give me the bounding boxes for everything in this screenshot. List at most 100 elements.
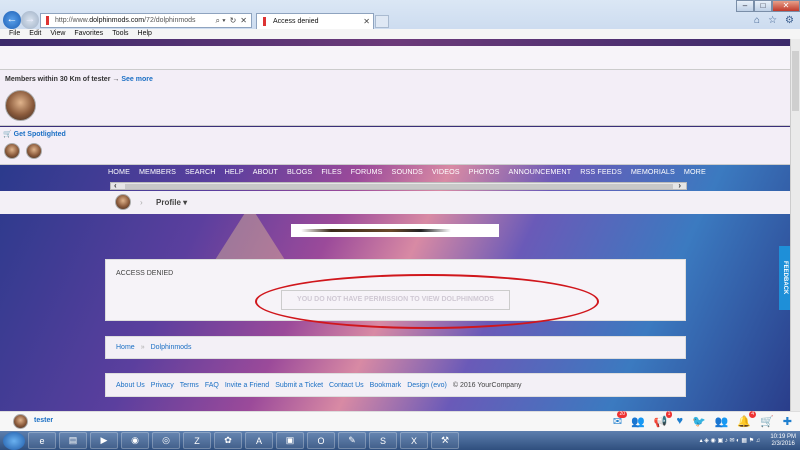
firefox-taskbar-icon[interactable]: ◉: [121, 432, 149, 449]
tool-taskbar-icon[interactable]: ⚒: [431, 432, 459, 449]
tab-favicon: [261, 17, 268, 26]
footer-privacy[interactable]: Privacy: [151, 382, 174, 389]
footer-invite-friend[interactable]: Invite a Friend: [225, 382, 269, 389]
nav-home[interactable]: HOME: [108, 167, 130, 176]
back-button[interactable]: ←: [3, 11, 21, 29]
get-spotlighted-link[interactable]: 🛒 Get Spotlighted: [3, 130, 66, 138]
footer-design[interactable]: Design (evo): [407, 382, 447, 389]
windows-taskbar: e ▤ ▶ ◉ ◎ Z ✿ A ▣ O ✎ S X ⚒ ▴ ◈ ◉ ▣ ♪ ✉ …: [0, 431, 800, 450]
nav-files[interactable]: FILES: [321, 167, 341, 176]
breadcrumb-current[interactable]: Dolphinmods: [151, 344, 192, 351]
explorer-taskbar-icon[interactable]: ▤: [59, 432, 87, 449]
nav-photos[interactable]: PHOTOS: [469, 167, 500, 176]
messages-icon[interactable]: ✉ 20: [613, 411, 628, 428]
nav-about[interactable]: ABOUT: [253, 167, 278, 176]
clock[interactable]: 10:19 PM 2/3/2016: [770, 434, 796, 448]
groups-icon[interactable]: 👥: [715, 415, 729, 428]
see-more-link[interactable]: See more: [121, 76, 153, 83]
menu-view[interactable]: View: [50, 29, 65, 39]
scroll-thumb[interactable]: [125, 184, 673, 189]
cart-icon[interactable]: 🛒: [760, 415, 774, 428]
excel-taskbar-icon[interactable]: X: [400, 432, 428, 449]
address-bar[interactable]: http://www.dolphinmods.com/72/dolphinmod…: [40, 13, 252, 28]
username-link[interactable]: tester: [34, 417, 53, 424]
friends-icon[interactable]: 👥: [631, 415, 645, 428]
search-icon[interactable]: ⌕ ▾: [216, 16, 226, 26]
nav-scrollbar[interactable]: ‹ ›: [110, 181, 687, 190]
spotlight-avatar[interactable]: [26, 143, 42, 159]
site-banner: [291, 224, 499, 237]
footer-faq[interactable]: FAQ: [205, 382, 219, 389]
nav-forums[interactable]: FORUMS: [351, 167, 383, 176]
menu-help[interactable]: Help: [138, 29, 152, 39]
nav-blogs[interactable]: BLOGS: [287, 167, 312, 176]
nav-search[interactable]: SEARCH: [185, 167, 216, 176]
menu-bar: File Edit View Favorites Tools Help: [0, 29, 800, 39]
profile-avatar[interactable]: [115, 194, 131, 210]
system-tray: ▴ ◈ ◉ ▣ ♪ ✉ ◐ ▦ ⚑ ♫ 10:19 PM 2/3/2016: [560, 431, 800, 450]
footer-submit-ticket[interactable]: Submit a Ticket: [275, 382, 323, 389]
toolbar-icons: ✉ 20 👥 📢 1 ♥ 🐦 👥 🔔 4 🛒 ✚: [613, 411, 792, 428]
spotlight-label: Get Spotlighted: [13, 131, 66, 138]
member-avatar[interactable]: [5, 90, 36, 121]
page-scrollbar[interactable]: [790, 39, 800, 411]
scroll-left-icon[interactable]: ‹: [114, 181, 117, 190]
menu-tools[interactable]: Tools: [112, 29, 128, 39]
filezilla-taskbar-icon[interactable]: Z: [183, 432, 211, 449]
spotlight-avatar[interactable]: [4, 143, 20, 159]
tray-icons[interactable]: ▴ ◈ ◉ ▣ ♪ ✉ ◐ ▦ ⚑ ♫: [700, 437, 761, 444]
new-tab-button[interactable]: [375, 15, 389, 28]
page-scroll-thumb[interactable]: [792, 51, 799, 111]
acrobat-taskbar-icon[interactable]: A: [245, 432, 273, 449]
nav-memorials[interactable]: MEMORIALS: [631, 167, 675, 176]
nav-videos[interactable]: VIDEOS: [432, 167, 460, 176]
favorites-star-icon[interactable]: ☆: [768, 15, 777, 26]
pdf-taskbar-icon[interactable]: ▣: [276, 432, 304, 449]
profile-dropdown[interactable]: Profile ▾: [156, 198, 187, 207]
menu-favorites[interactable]: Favorites: [74, 29, 103, 39]
nav-members[interactable]: MEMBERS: [139, 167, 176, 176]
frog-app-taskbar-icon[interactable]: ✿: [214, 432, 242, 449]
nav-sounds[interactable]: SOUNDS: [392, 167, 423, 176]
nav-announcement[interactable]: ANNOUNCEMENT: [509, 167, 572, 176]
tab-access-denied[interactable]: Access denied ✕: [256, 13, 374, 29]
refresh-icon[interactable]: ↻: [230, 16, 237, 25]
plus-icon[interactable]: ✚: [783, 415, 792, 428]
footer-contact-us[interactable]: Contact Us: [329, 382, 364, 389]
home-icon[interactable]: ⌂: [754, 15, 760, 26]
nav-more[interactable]: MORE: [684, 167, 706, 176]
twitter-icon[interactable]: 🐦: [692, 415, 706, 428]
ie-taskbar-icon[interactable]: e: [28, 432, 56, 449]
user-avatar[interactable]: [13, 414, 28, 429]
menu-file[interactable]: File: [9, 29, 20, 39]
start-button[interactable]: [3, 431, 25, 450]
web-page: Members within 30 Km of tester → See mor…: [0, 39, 800, 411]
footer-terms[interactable]: Terms: [180, 382, 199, 389]
feedback-tab[interactable]: FEEDBACK: [779, 246, 790, 310]
maximize-button[interactable]: □: [754, 0, 772, 12]
nav-rss-feeds[interactable]: RSS FEEDS: [580, 167, 622, 176]
close-tab-icon[interactable]: ✕: [363, 17, 370, 26]
scroll-right-icon[interactable]: ›: [678, 181, 681, 190]
heart-icon[interactable]: ♥: [676, 415, 683, 428]
arrow-right-icon: →: [112, 76, 120, 83]
forward-button[interactable]: →: [21, 11, 39, 29]
skype-taskbar-icon[interactable]: S: [369, 432, 397, 449]
close-window-button[interactable]: ✕: [772, 0, 800, 12]
footer: About Us Privacy Terms FAQ Invite a Frie…: [105, 373, 686, 397]
media-player-taskbar-icon[interactable]: ▶: [90, 432, 118, 449]
close-icon[interactable]: ✕: [240, 16, 247, 25]
alerts-bell-icon[interactable]: 🔔 4: [737, 411, 757, 428]
settings-gear-icon[interactable]: ⚙: [785, 15, 794, 26]
chrome-taskbar-icon[interactable]: ◎: [152, 432, 180, 449]
menu-edit[interactable]: Edit: [29, 29, 41, 39]
notifications-icon[interactable]: 📢 1: [654, 411, 673, 428]
outlook-taskbar-icon[interactable]: O: [307, 432, 335, 449]
nav-help[interactable]: HELP: [225, 167, 244, 176]
paint-taskbar-icon[interactable]: ✎: [338, 432, 366, 449]
messages-badge: 20: [617, 411, 628, 418]
breadcrumb-home[interactable]: Home: [116, 344, 135, 351]
footer-bookmark[interactable]: Bookmark: [370, 382, 402, 389]
footer-about-us[interactable]: About Us: [116, 382, 145, 389]
minimize-button[interactable]: –: [736, 0, 754, 12]
